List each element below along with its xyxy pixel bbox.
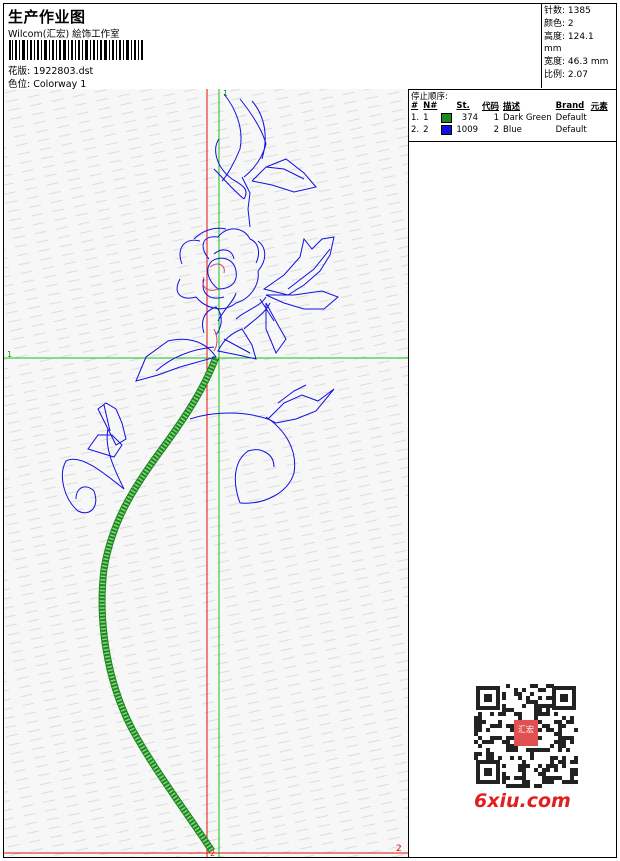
row-brand: Default [555, 113, 587, 123]
table-row: 1. 1 374 1 Dark Green Default [410, 112, 611, 124]
qr-center-label: 汇宏 [518, 724, 534, 734]
row-index: 2. [411, 125, 420, 135]
column-stitches: St. [456, 101, 470, 111]
column-brand: Brand [555, 101, 585, 111]
column-needle: N# [423, 101, 438, 111]
table-row: 2. 2 1009 2 Blue Default [410, 124, 611, 136]
column-element: 元素 [590, 102, 608, 112]
stat-height-label: 高度: [544, 31, 566, 42]
design-file-line: 花版: 1922803.dst [8, 63, 93, 77]
qr-code-graphic: 汇宏 [470, 680, 582, 790]
stat-scale-label: 比例: [544, 69, 566, 80]
stat-scale-value: 2.07 [567, 69, 588, 80]
sheet-header: 生产作业图 Wilcom(汇宏) 絵饰工作室 花版: 1922803.dst 色… [4, 4, 616, 90]
design-preview: 1 1 2 2 [4, 89, 409, 857]
row-element [590, 112, 611, 124]
embroidery-drawing: 1 1 2 2 [4, 89, 408, 857]
stat-width-value: 46.3 mm [567, 57, 609, 68]
stat-width-label: 宽度: [544, 57, 566, 68]
fabric-texture [4, 89, 408, 857]
row-needle: 2 [423, 125, 429, 135]
colorway-line: 色位: Colorway 1 [8, 76, 86, 90]
stat-colors: 颜色: 2 [544, 18, 614, 31]
stat-stitches: 针数: 1385 [544, 5, 614, 18]
row-swatch [440, 124, 455, 136]
guide-label-left: 1 [7, 350, 12, 359]
site-name: 6xiu.com [474, 790, 571, 812]
row-element [590, 124, 611, 136]
stat-stitches-label: 针数: [544, 6, 566, 16]
row-code: 1 [493, 113, 500, 123]
row-stitches: 1009 [456, 125, 479, 135]
barcode [9, 40, 143, 60]
column-code: 代码 [482, 102, 500, 112]
row-description: Dark Green [503, 113, 552, 123]
row-needle: 1 [423, 113, 429, 123]
stat-height: 高度: 124.1 mm [544, 31, 614, 57]
stop-sequence-panel: 停止顺序: # N# St. 代码 描述 Brand 元素 1. 1 374 1… [409, 89, 616, 142]
color-swatch [441, 124, 453, 135]
row-description: Blue [503, 125, 522, 135]
stat-colors-label: 颜色: [544, 18, 566, 29]
company-name: Wilcom(汇宏) 絵饰工作室 [8, 29, 120, 40]
table-header-row: # N# St. 代码 描述 Brand 元素 [410, 100, 611, 112]
row-stitches: 374 [461, 113, 479, 123]
row-swatch [440, 112, 455, 124]
sheet-title: 生产作业图 [8, 8, 86, 26]
column-description: 描述 [503, 102, 521, 112]
design-stats: 针数: 1385 颜色: 2 高度: 124.1 mm 宽度: 46.3 mm … [541, 4, 616, 88]
column-index: # [411, 101, 419, 111]
row-index: 1. [411, 113, 420, 123]
watermark-qr-code: 汇宏 [470, 680, 582, 790]
row-brand: Default [555, 125, 587, 135]
column-swatch [440, 100, 455, 112]
stat-colors-value: 2 [567, 18, 574, 29]
guide-label-right: 2 [396, 844, 402, 854]
stat-scale: 比例: 2.07 [544, 69, 614, 82]
row-code: 2 [493, 125, 500, 135]
stat-stitches-value: 1385 [567, 6, 591, 16]
watermark-site-logo: 6xiu.com [474, 790, 571, 812]
stop-sequence-table: # N# St. 代码 描述 Brand 元素 1. 1 374 1 Dark … [410, 100, 611, 136]
color-swatch [441, 112, 453, 123]
stat-width: 宽度: 46.3 mm [544, 56, 614, 69]
